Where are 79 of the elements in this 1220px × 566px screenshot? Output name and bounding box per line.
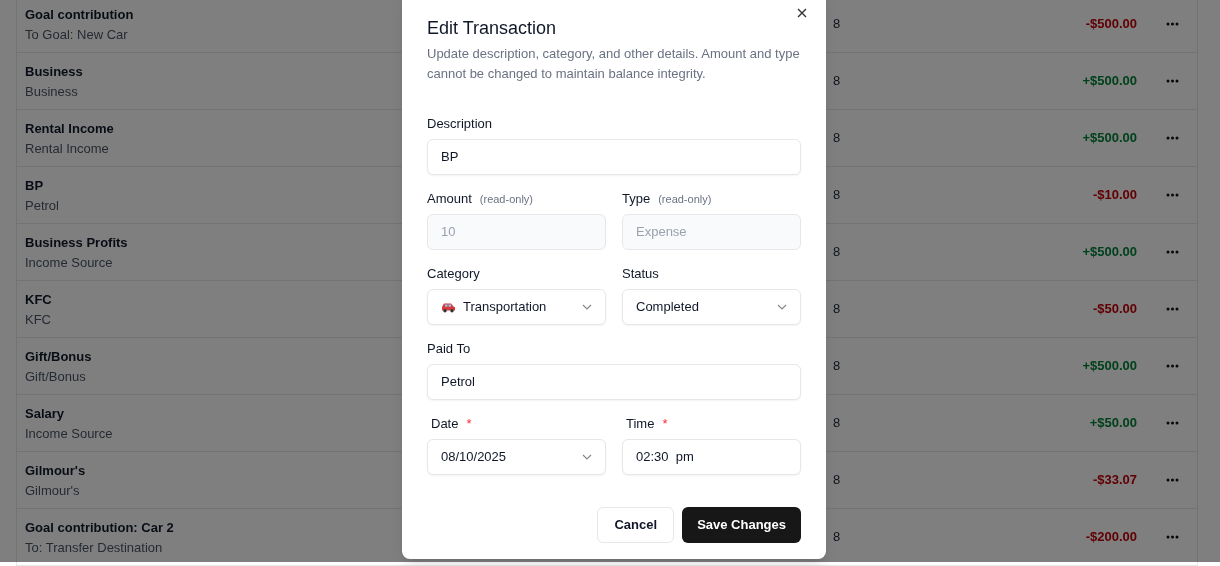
date-cell-text: 8 [833,186,841,205]
field-label: Paid To [427,340,471,358]
more-icon[interactable] [1166,22,1179,26]
amount-cell-text: +$500.00 [1082,243,1137,262]
save-button[interactable]: Save Changes [682,507,801,543]
amount-cell-text: -$10.00 [1092,186,1137,205]
field-label: Amount [427,190,472,208]
transaction-subtitle: Rental Income [25,139,110,157]
field-label: Category [427,265,480,283]
transaction-title: Gilmour's [25,461,87,479]
transaction-title: BP [25,176,45,194]
input-field[interactable]: Petrol [427,364,801,400]
read-only-field: 10 [427,214,606,250]
more-icon[interactable] [1166,250,1179,254]
chevron-down-icon [582,454,592,460]
transaction-subtitle: KFC [25,310,52,328]
more-icon[interactable] [1166,193,1179,197]
more-icon[interactable] [1166,535,1179,539]
input-field[interactable]: 02:30 pm [622,439,801,475]
transaction-subtitle: To: Transfer Destination [25,538,164,556]
select-field[interactable]: Transportation [427,289,606,325]
read-only-hint: (read-only) [479,192,533,207]
field-label: Status [622,265,659,283]
date-cell-text: 8 [833,243,841,262]
more-icon[interactable] [1166,136,1179,140]
amount-cell-text: -$200.00 [1085,528,1137,547]
close-icon[interactable] [797,8,807,18]
chevron-down-icon [582,304,592,310]
more-icon[interactable] [1166,79,1179,83]
date-cell-text: 8 [833,300,841,319]
transaction-title: Goal contribution [25,5,135,23]
amount-cell-text: -$50.00 [1092,300,1137,319]
transaction-title: Business Profits [25,233,129,251]
transaction-subtitle: Income Source [25,424,114,442]
read-only-field: Expense [622,214,801,250]
more-icon[interactable] [1166,307,1179,311]
dialog-description: Update description, category, and other details. Amount and type cannot be changed to maintain balance integrity. [427,45,801,83]
transaction-subtitle: Gift/Bonus [25,367,87,385]
input-field[interactable]: BP [427,139,801,175]
field-label: Date [431,415,459,433]
amount-cell-text: -$500.00 [1085,15,1137,34]
amount-cell-text: -$33.07 [1092,471,1137,490]
required-mark: * [466,415,472,433]
field-label: Type [622,190,651,208]
transaction-subtitle: Income Source [25,253,114,271]
car-icon [441,301,456,313]
transaction-title: Rental Income [25,119,115,137]
date-cell-text: 8 [833,357,841,376]
dialog-title: Edit Transaction [427,17,558,39]
transaction-title: Salary [25,404,66,422]
more-icon[interactable] [1166,478,1179,482]
read-only-hint: (read-only) [658,192,712,207]
transaction-subtitle: Gilmour's [25,481,81,499]
transaction-title: Gift/Bonus [25,347,93,365]
chevron-down-icon [777,304,787,310]
date-cell-text: 8 [833,414,841,433]
transaction-subtitle: Petrol [25,196,60,214]
select-field[interactable]: Completed [622,289,801,325]
date-cell-text: 8 [833,528,841,547]
date-cell-text: 8 [833,471,841,490]
transaction-subtitle: To Goal: New Car [25,25,129,43]
select-field[interactable]: 08/10/2025 [427,439,606,475]
more-icon[interactable] [1166,364,1179,368]
more-icon[interactable] [1166,421,1179,425]
date-cell-text: 8 [833,72,841,91]
transaction-subtitle: Business [25,82,79,100]
field-label: Time [626,415,655,433]
amount-cell-text: +$500.00 [1082,129,1137,148]
required-mark: * [662,415,668,433]
cancel-button[interactable]: Cancel [597,507,675,543]
transaction-title: KFC [25,290,53,308]
transaction-title: Business [25,62,84,80]
date-cell-text: 8 [833,15,841,34]
amount-cell-text: +$500.00 [1082,357,1137,376]
transaction-title: Goal contribution: Car 2 [25,518,175,536]
amount-cell-text: +$500.00 [1082,72,1137,91]
date-cell-text: 8 [833,129,841,148]
field-label: Description [427,115,493,133]
amount-cell-text: +$50.00 [1089,414,1137,433]
